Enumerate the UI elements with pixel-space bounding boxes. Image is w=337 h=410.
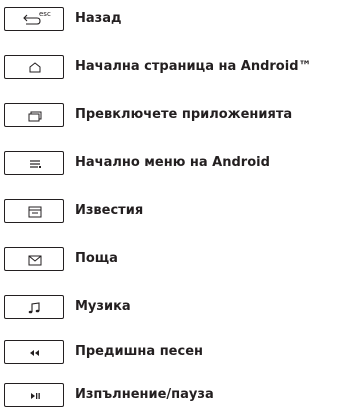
hotkey-label-music: Музика (75, 299, 131, 314)
play-pause-icon (31, 393, 40, 399)
hotkey-label-play-pause: Изпълнение/пауза (75, 387, 214, 402)
home-icon (29, 62, 41, 73)
back-key[interactable]: esc (4, 7, 64, 31)
hotkey-row-play-pause: Изпълнение/пауза (4, 383, 334, 409)
play-pause-key[interactable] (4, 383, 64, 407)
menu-icon (30, 160, 41, 168)
esc-key-text: esc (39, 10, 51, 18)
hotkey-row-menu: Начално меню на Android (4, 151, 334, 177)
back-esc-icon: esc (23, 10, 51, 25)
hotkey-row-previous-track: Предишна песен (4, 340, 334, 366)
hotkey-row-home: Начална страница на Android™ (4, 55, 334, 81)
previous-track-key[interactable] (4, 340, 64, 364)
hotkey-row-app-switch: Превключете приложенията (4, 103, 334, 129)
hotkey-label-back: Назад (75, 11, 122, 26)
app-switch-key[interactable] (4, 103, 64, 127)
music-key[interactable] (4, 295, 64, 319)
mail-key[interactable] (4, 247, 64, 271)
notifications-icon (28, 206, 42, 218)
hotkey-label-notifications: Известия (75, 203, 144, 218)
hotkey-row-music: Музика (4, 295, 334, 321)
mail-icon (28, 255, 42, 266)
home-key[interactable] (4, 55, 64, 79)
hotkey-row-notifications: Известия (4, 199, 334, 225)
hotkey-label-menu: Начално меню на Android (75, 155, 270, 170)
previous-track-icon (30, 350, 39, 356)
hotkey-row-back: esc Назад (4, 7, 334, 33)
menu-key[interactable] (4, 151, 64, 175)
notifications-key[interactable] (4, 199, 64, 223)
music-note-icon (28, 302, 40, 314)
hotkey-row-mail: Поща (4, 247, 334, 273)
app-switch-icon (28, 111, 42, 122)
hotkey-label-mail: Поща (75, 251, 118, 266)
hotkey-label-previous-track: Предишна песен (75, 344, 204, 359)
hotkey-label-home: Начална страница на Android™ (75, 59, 312, 74)
hotkey-label-app-switch: Превключете приложенията (75, 107, 293, 122)
